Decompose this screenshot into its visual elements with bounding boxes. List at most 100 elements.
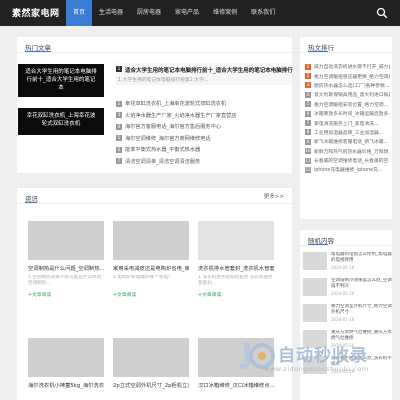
list-item[interactable]: 5 海尔空调维修_海尔官方商网维修电话 <box>116 133 292 145</box>
rank-number: 5 <box>305 101 311 108</box>
list-item-title[interactable]: 火焰净水器生产厂家_火焰净水器生产厂家直营店 <box>125 112 237 119</box>
list-item[interactable]: 5 格力空调暖组安装位置_格力空调... <box>305 100 390 109</box>
card-desc: 1.空调制热效果不好可能是什么原因 空调制热... <box>28 275 102 286</box>
news-card[interactable]: 海尔洗衣机小神童5kg_海尔洗衣... <box>28 338 104 389</box>
list-item-title[interactable]: 长春美的空调维修电话_长春美的空... <box>314 157 390 164</box>
card-image[interactable] <box>28 221 104 260</box>
card-title[interactable]: 家用采电减皮还是电陶炉省电_家... <box>113 264 189 272</box>
rank-number: 11 <box>305 157 311 164</box>
list-item-title[interactable]: 新飞冰箱维修客服电话_新飞冰箱... <box>314 138 388 145</box>
read-more-link[interactable]: +文章阅读 <box>198 291 274 298</box>
card-desc: 1.洗衣机进水管如何套封 洗衣机进水管套封... <box>198 275 273 286</box>
list-item[interactable]: 2格力空调暖组感应器更换_格力空调感应器... <box>305 71 390 80</box>
list-item-title[interactable]: 家电清洗服务上门_家电清洗... <box>314 120 379 127</box>
list-item[interactable]: 6 能率平衡式热水器_平衡式热水器 <box>116 144 292 156</box>
list-item[interactable]: 7 家电清洗服务上门_家电清洗... <box>305 118 390 127</box>
rank-number: 5 <box>116 135 122 142</box>
list-item-title[interactable]: 清洁空调清单_清洁空调清洁服务 <box>125 158 200 165</box>
list-item-title[interactable]: 格力空调暖组安装位置_格力空调... <box>314 101 388 108</box>
random-item-date: 2024-05-16 <box>331 317 355 322</box>
ranking-panel: 热文排行 1威力自动洗衣机进水键不打开_威力自动洗衣机... 2格力空调暖组感应… <box>300 37 392 219</box>
list-item-title[interactable]: iphone充电器维修_iphone充... <box>314 166 382 173</box>
random-item-title[interactable]: 帮电器的电视怎么停用_帮电器的电视停用 <box>331 252 393 264</box>
hot-image-caption: 适合大学生用的笔记本电脑排 <box>25 69 97 75</box>
random-item-title[interactable]: 空调扇制冷效果差怎么办_空调扇不制冷 <box>331 278 393 290</box>
card-title[interactable]: 汉口冰箱维修_汉口冰箱维修点... <box>198 381 274 389</box>
list-item[interactable]: 3 火焰净水器生产厂家_火焰净水器生产厂家直营店 <box>116 110 292 122</box>
list-item[interactable]: 2 幸花双缸洗衣机_上海幸花波轮式双缸洗衣机 <box>116 98 292 110</box>
nav-appliance-products[interactable]: 家电产品 <box>168 0 206 26</box>
list-item-title[interactable]: 工业用加湿器品牌_工业加湿器... <box>314 129 383 136</box>
hot-image-1[interactable]: 适合大学生用的笔记本电脑排 行前十_适合大学生用的笔记本 <box>18 64 104 97</box>
rank-number: 6 <box>116 146 122 153</box>
rank-number: 4 <box>116 123 122 130</box>
list-item[interactable]: 6 冰箱要放多长时间_冰箱运输后放多... <box>305 109 390 118</box>
list-item[interactable]: 4 意大利斯保锅具用品_意大利进口锅具... <box>305 90 390 99</box>
list-item[interactable]: 10 新款万和热气机热水器价格_万和燃... <box>305 147 390 156</box>
news-card[interactable]: 空调制热是什么问题_空调制热... 1.空调制热效果不好可能是什么原因 空调制热… <box>28 221 104 298</box>
nav-kitchen-appliances[interactable]: 厨房电器 <box>130 0 168 26</box>
card-desc: 1.电陶炉和电磁炉哪个省电? <box>113 275 171 280</box>
more-link[interactable]: 更多>> <box>264 192 284 200</box>
rank-number: 9 <box>305 138 311 145</box>
rank-number: 7 <box>305 120 311 127</box>
list-item[interactable]: 9 新飞冰箱维修客服电话_新飞冰箱... <box>305 137 390 146</box>
read-more-link[interactable]: +文章阅读 <box>113 291 189 298</box>
divider <box>17 52 292 53</box>
list-item-title[interactable]: 冰箱要放多长时间_冰箱运输后放多... <box>314 110 390 117</box>
news-card[interactable]: 洗衣机排水管套封_洗衣机水管套... 1.洗衣机进水管如何套封 洗衣机进水管套封… <box>198 221 274 298</box>
rank-number: 3 <box>305 82 311 89</box>
random-item[interactable]: 格力空调室外机尺寸_格力空调外机尺寸 2024-05-16 <box>303 302 393 326</box>
list-item-title[interactable]: 意大利斯保锅具用品_意大利进口锅具... <box>314 91 390 98</box>
nav-life-appliances[interactable]: 生活电器 <box>92 0 130 26</box>
nav-home[interactable]: 首页 <box>66 0 93 26</box>
nav-repair-cases[interactable]: 维修案例 <box>206 0 244 26</box>
read-more-link[interactable]: +文章阅读 <box>28 291 104 298</box>
featured-article-title[interactable]: 适合大学生用的笔记本电脑排行前十_适合大学生用的笔记本电脑排行 <box>125 66 293 74</box>
list-item-title[interactable]: 海尔官方客服电话_海尔官方售后服务中心 <box>125 123 221 130</box>
card-title[interactable]: 海尔洗衣机小神童5kg_海尔洗衣... <box>28 381 104 389</box>
news-card[interactable]: 2p立式空调外机尺寸_2p柜机立式... <box>113 338 189 389</box>
card-title[interactable]: 空调制热是什么问题_空调制热... <box>28 264 104 272</box>
random-item-thumbnail[interactable] <box>303 304 327 322</box>
list-item-title[interactable]: 厨房热水器怎么选(工厂)各种参数... <box>314 82 389 89</box>
list-item-title[interactable]: 威力自动洗衣机进水键不打开_威力自动洗衣机... <box>314 63 390 70</box>
random-item-title[interactable]: 格力空调室外机尺寸_格力空调外机尺寸 <box>331 304 393 316</box>
list-item[interactable]: 1威力自动洗衣机进水键不打开_威力自动洗衣机... <box>305 62 390 71</box>
divider <box>300 245 392 246</box>
featured-article-desc: 1.大学生用的笔记本电脑排行榜第2.大学... <box>118 78 209 83</box>
rank-number: 8 <box>305 129 311 136</box>
ranking-list: 1威力自动洗衣机进水键不打开_威力自动洗衣机... 2格力空调暖组感应器更换_格… <box>305 62 390 175</box>
hot-image-caption: 幸花双缸洗衣机_上海幸花波 <box>26 113 96 119</box>
list-item[interactable]: 12 iphone充电器维修_iphone充... <box>305 165 390 174</box>
card-image[interactable] <box>198 221 274 260</box>
list-item-title[interactable]: 海尔空调维修_海尔官方商网维修电话 <box>125 135 211 142</box>
news-card[interactable]: 家用采电减皮还是电陶炉省电_家... 1.电陶炉和电磁炉哪个省电? +文章阅读 <box>113 221 189 298</box>
list-item-title[interactable]: 格力空调暖组感应器更换_格力空调感应器... <box>314 73 390 80</box>
random-item[interactable]: 空调扇制冷效果差怎么办_空调扇不制冷 2024-05-16 <box>303 276 393 300</box>
list-item[interactable]: 4 海尔官方客服电话_海尔官方售后服务中心 <box>116 121 292 133</box>
hot-image-2[interactable]: 幸花双缸洗衣机_上海幸花波 轮式双缸洗衣机 <box>18 108 104 135</box>
site-logo[interactable]: 素然家电网 <box>12 6 60 19</box>
list-item[interactable]: 7 清洁空调清单_清洁空调清洁服务 <box>116 156 292 168</box>
nav-contact[interactable]: 联系我们 <box>244 0 282 26</box>
random-item-thumbnail[interactable] <box>303 278 327 296</box>
card-title[interactable]: 2p立式空调外机尺寸_2p柜机立式... <box>113 381 189 389</box>
list-item[interactable]: 8 工业用加湿器品牌_工业加湿器... <box>305 128 390 137</box>
search-icon[interactable] <box>376 7 388 19</box>
list-item[interactable]: 11 长春美的空调维修电话_长春美的空... <box>305 156 390 165</box>
list-item-title[interactable]: 能率平衡式热水器_平衡式热水器 <box>125 146 200 153</box>
divider <box>17 203 292 204</box>
rank-number: 12 <box>305 166 311 173</box>
list-item-title[interactable]: 幸花双缸洗衣机_上海幸花波轮式双缸洗衣机 <box>125 100 226 107</box>
card-image[interactable] <box>113 338 189 377</box>
random-item[interactable]: 帮电器的电视怎么停用_帮电器的电视停用 2024-05-16 <box>303 250 393 274</box>
random-item-thumbnail[interactable] <box>303 252 327 270</box>
watermark-title: 自动秒收录 <box>278 346 368 366</box>
random-item-date: 2024-05-16 <box>331 291 355 296</box>
card-title[interactable]: 洗衣机排水管套封_洗衣机水管套... <box>198 264 274 272</box>
list-item-title[interactable]: 新款万和热气机热水器价格_万和燃... <box>314 148 390 155</box>
card-image[interactable] <box>113 221 189 260</box>
card-image[interactable] <box>28 338 104 377</box>
list-item[interactable]: 3 厨房热水器怎么选(工厂)各种参数... <box>305 81 390 90</box>
